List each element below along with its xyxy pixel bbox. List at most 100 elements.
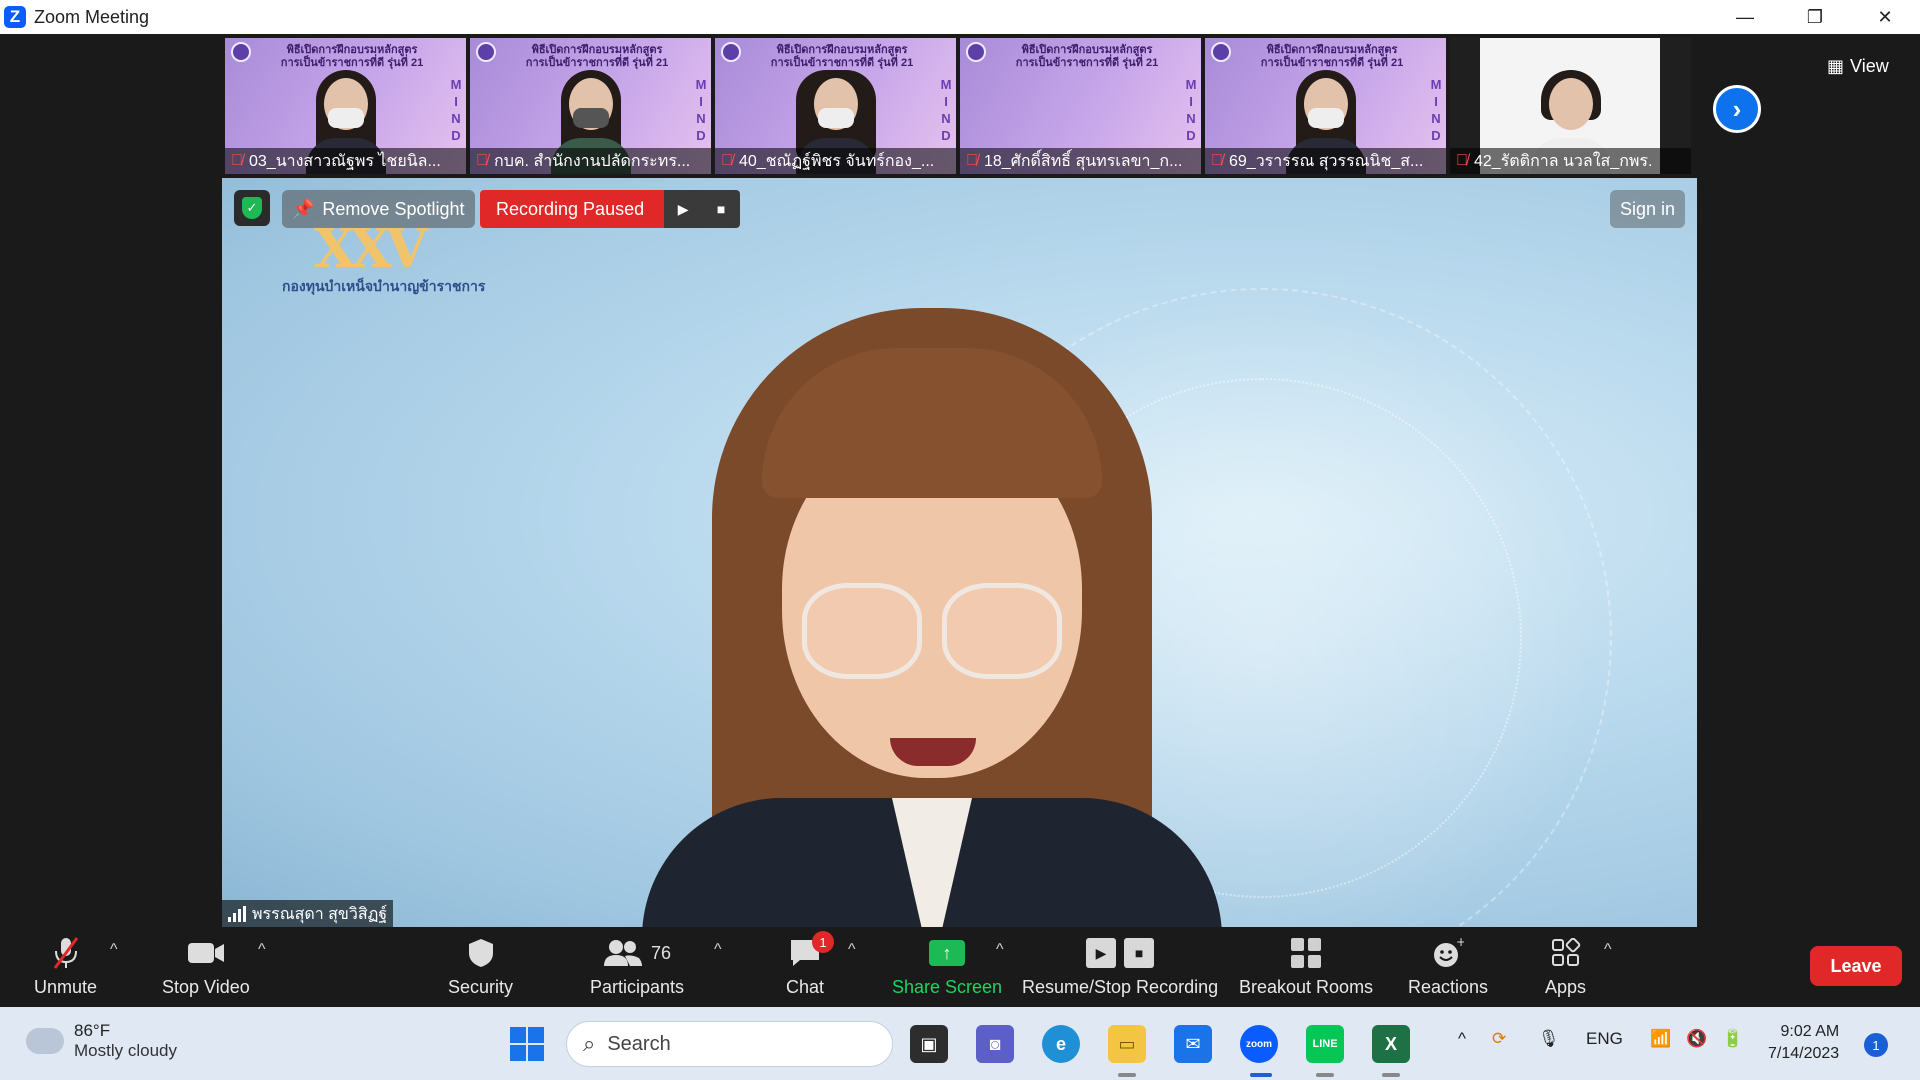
input-language[interactable]: ENG <box>1586 1029 1623 1049</box>
edge-browser-icon[interactable]: e <box>1042 1025 1080 1063</box>
recording-status: Recording Paused <box>480 190 665 228</box>
system-clock[interactable]: 9:02 AM 7/14/2023 <box>1768 1021 1839 1065</box>
chat-options-caret-icon[interactable]: ^ <box>848 941 856 959</box>
view-button[interactable]: ▦ View <box>1827 50 1907 82</box>
participant-tile[interactable]: พิธีเปิดการฝึกอบรมหลักสูตร การเป็นข้าราช… <box>715 38 956 174</box>
show-hidden-icons-chevron-icon[interactable]: ^ <box>1458 1029 1466 1049</box>
zoom-app-icon: Z <box>4 6 26 28</box>
weather-widget[interactable]: 86°F Mostly cloudy <box>22 1020 177 1061</box>
mind-logo-icon <box>231 42 251 62</box>
mind-letters: M I N D <box>1185 77 1197 143</box>
windows-taskbar: 86°F Mostly cloudy ⌕ Search ▣ ◙ e ▭ ✉ zo… <box>0 1007 1920 1080</box>
shield-icon <box>467 933 495 973</box>
participant-tile[interactable]: พิธีเปิดการฝึกอบรมหลักสูตร การเป็นข้าราช… <box>225 38 466 174</box>
zoom-taskbar-icon[interactable]: zoom <box>1240 1025 1278 1063</box>
resume-recording-icon[interactable]: ▶ <box>664 190 703 228</box>
mind-letters: M I N D <box>695 77 707 143</box>
sync-icon[interactable]: ⟳ <box>1492 1029 1506 1049</box>
window-title-bar: Z Zoom Meeting — ❐ ✕ <box>0 0 1920 34</box>
participant-tile[interactable]: พิธีเปิดการฝึกอบรมหลักสูตร การเป็นข้าราช… <box>960 38 1201 174</box>
participants-label: Participants <box>590 977 685 997</box>
reactions-label: Reactions <box>1408 977 1489 997</box>
teams-chat-icon[interactable]: ◙ <box>976 1025 1014 1063</box>
weather-condition: Mostly cloudy <box>74 1041 177 1060</box>
close-button[interactable]: ✕ <box>1850 0 1920 34</box>
windows-start-icon[interactable] <box>510 1027 544 1061</box>
speaker-video: XXV กองทุนบำเหน็จบำนาญข้าราชการ ✓ 📌 Remo… <box>222 178 1697 928</box>
search-icon: ⌕ <box>583 1031 596 1056</box>
participant-name: 42_รัตติกาล นวลใส_กพร. <box>1474 152 1653 170</box>
recording-status-bar: Recording Paused ▶ ■ <box>480 190 741 228</box>
sign-in-button[interactable]: Sign in <box>1609 190 1685 228</box>
remove-spotlight-button[interactable]: 📌 Remove Spotlight <box>282 190 475 228</box>
battery-icon[interactable]: 🔋 <box>1722 1029 1743 1049</box>
encryption-shield-icon[interactable]: ✓ <box>234 190 270 226</box>
smiley-plus-icon: + <box>1432 933 1464 973</box>
speaker-figure <box>642 308 1222 928</box>
apps-button[interactable]: Apps <box>1545 933 1586 998</box>
weather-temperature: 86°F <box>74 1021 111 1040</box>
signal-strength-icon <box>228 906 246 922</box>
mind-letters: M I N D <box>1430 77 1442 143</box>
participants-options-caret-icon[interactable]: ^ <box>714 941 722 959</box>
participant-tile[interactable]: พิธีเปิดการฝึกอบรมหลักสูตร การเป็นข้าราช… <box>1205 38 1446 174</box>
audio-options-caret-icon[interactable]: ^ <box>110 941 118 959</box>
video-options-caret-icon[interactable]: ^ <box>258 941 266 959</box>
mind-logo-icon <box>476 42 496 62</box>
volume-muted-icon[interactable]: 🔇 <box>1686 1029 1707 1049</box>
next-page-arrow-icon[interactable]: › <box>1713 85 1761 133</box>
participant-name: 40_ชณัฏฐ์พิชร จันทร์กอง_... <box>739 152 935 170</box>
mind-logo-icon <box>721 42 741 62</box>
participants-icon: 76 <box>603 933 671 973</box>
restore-button[interactable]: ❐ <box>1780 0 1850 34</box>
leave-button[interactable]: Leave <box>1810 946 1902 986</box>
stop-video-label: Stop Video <box>162 977 250 997</box>
mic-muted-icon <box>51 933 81 973</box>
stop-recording-icon[interactable]: ■ <box>702 190 741 228</box>
window-title: Zoom Meeting <box>34 6 150 27</box>
mic-muted-icon: 🎙̸ <box>231 152 243 169</box>
stop-recording-icon: ■ <box>1124 938 1155 968</box>
task-view-icon[interactable]: ▣ <box>910 1025 948 1063</box>
participant-name: กบค. สำนักงานปลัดกระทร... <box>494 152 691 170</box>
remove-spotlight-label: Remove Spotlight <box>322 198 465 219</box>
unmute-button[interactable]: Unmute <box>34 933 97 998</box>
file-explorer-icon[interactable]: ▭ <box>1108 1025 1146 1063</box>
reactions-button[interactable]: + Reactions <box>1408 933 1488 998</box>
microphone-icon[interactable]: 🎙 <box>1538 1029 1560 1049</box>
pin-icon: 📌 <box>292 198 315 219</box>
apps-icon <box>1551 933 1581 973</box>
mind-letters: M I N D <box>940 77 952 143</box>
mail-icon[interactable]: ✉ <box>1174 1025 1212 1063</box>
recording-label: Resume/Stop Recording <box>1022 977 1219 997</box>
notification-badge[interactable]: 1 <box>1864 1033 1888 1057</box>
mic-muted-icon: 🎙̸ <box>721 152 733 169</box>
mind-letters: M I N D <box>450 77 462 143</box>
security-button[interactable]: Security <box>448 933 513 998</box>
participant-name: 18_ศักดิ์สิทธิ์ สุนทรเลขา_ก... <box>984 152 1183 170</box>
breakout-rooms-button[interactable]: Breakout Rooms <box>1239 933 1373 998</box>
breakout-rooms-icon <box>1291 938 1322 968</box>
minimize-button[interactable]: — <box>1710 0 1780 34</box>
participant-tile[interactable]: 🎙̸ 42_รัตติกาล นวลใส_กพร. <box>1450 38 1691 174</box>
participant-strip: พิธีเปิดการฝึกอบรมหลักสูตร การเป็นข้าราช… <box>225 38 1691 174</box>
share-screen-button[interactable]: ↑ Share Screen <box>892 933 1002 998</box>
participant-tile[interactable]: พิธีเปิดการฝึกอบรมหลักสูตร การเป็นข้าราช… <box>470 38 711 174</box>
logo-mark: XXV <box>314 216 428 280</box>
unmute-label: Unmute <box>34 977 98 997</box>
grid-view-icon: ▦ <box>1827 55 1845 76</box>
excel-icon[interactable]: X <box>1372 1025 1410 1063</box>
line-app-icon[interactable]: LINE <box>1306 1025 1344 1063</box>
video-camera-icon <box>187 933 225 973</box>
participants-button[interactable]: 76 Participants <box>590 933 684 998</box>
share-options-caret-icon[interactable]: ^ <box>996 941 1004 959</box>
wifi-icon[interactable]: 📶 <box>1650 1029 1671 1049</box>
partly-cloudy-icon <box>22 1020 64 1054</box>
apps-options-caret-icon[interactable]: ^ <box>1604 941 1612 959</box>
mind-logo-icon <box>966 42 986 62</box>
resume-stop-recording-button[interactable]: ▶ ■ Resume/Stop Recording <box>1022 933 1218 998</box>
stop-video-button[interactable]: Stop Video <box>162 933 250 998</box>
logo-org-name: กองทุนบำเหน็จบำนาญข้าราชการ <box>282 278 486 294</box>
taskbar-search[interactable]: ⌕ Search <box>566 1021 893 1067</box>
chat-button[interactable]: 1 Chat <box>786 931 835 998</box>
